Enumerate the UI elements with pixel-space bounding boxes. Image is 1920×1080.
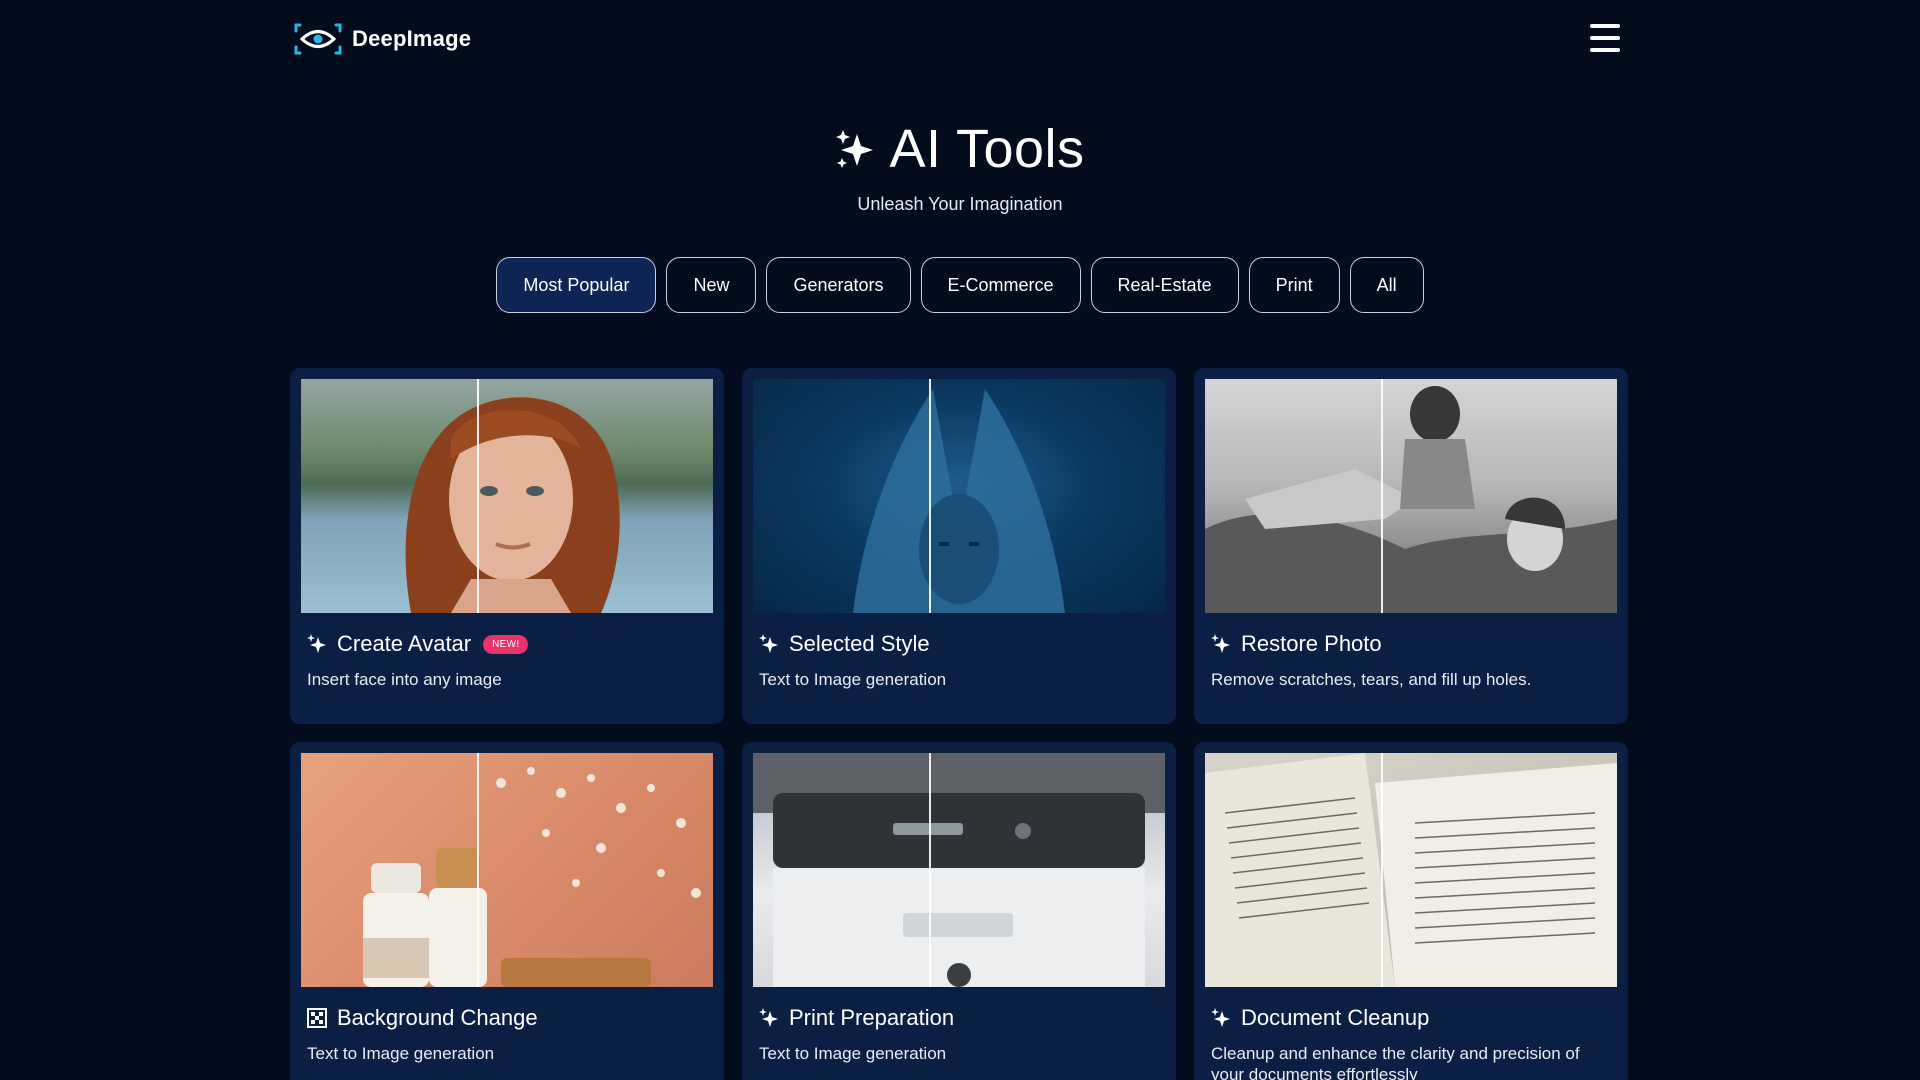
card-description: Insert face into any image: [307, 670, 502, 689]
tool-card-create-avatar[interactable]: Create Avatar NEW! Insert face into any …: [290, 368, 724, 724]
filter-real-estate[interactable]: Real-Estate: [1090, 257, 1239, 313]
filter-generators[interactable]: Generators: [766, 257, 911, 313]
card-description: Remove scratches, tears, and fill up hol…: [1211, 670, 1532, 689]
card-description: Text to Image generation: [759, 670, 947, 689]
compare-divider[interactable]: [477, 753, 479, 987]
card-header: Selected Style: [759, 631, 1165, 657]
sparkles-icon: [307, 634, 326, 653]
hamburger-menu-icon[interactable]: [1590, 24, 1620, 52]
sparkles-icon: [1211, 1008, 1230, 1027]
document-preview-image: [1205, 753, 1617, 987]
new-badge: NEW!: [483, 634, 529, 654]
deepimage-logo-icon: [294, 23, 342, 55]
card-header: Create Avatar NEW!: [307, 631, 713, 657]
card-title: Document Cleanup: [1241, 1005, 1430, 1030]
brand-name: DeepImage: [352, 26, 472, 51]
card-description: Cleanup and enhance the clarity and prec…: [1211, 1044, 1580, 1080]
card-title: Create Avatar: [337, 631, 472, 656]
tool-card-document-cleanup[interactable]: Document Cleanup Cleanup and enhance the…: [1194, 742, 1628, 1080]
printer-preview-image: [753, 753, 1165, 987]
logo[interactable]: DeepImage: [294, 20, 471, 58]
page-title-text: AI Tools: [889, 119, 1085, 179]
tool-thumbnail: [301, 379, 713, 613]
card-title: Print Preparation: [789, 1005, 955, 1030]
tool-thumbnail: [753, 753, 1165, 987]
sparkles-icon: [836, 130, 874, 168]
card-title: Background Change: [337, 1005, 538, 1030]
card-description: Text to Image generation: [759, 1044, 947, 1063]
card-header: Print Preparation: [759, 1005, 1165, 1031]
compare-divider[interactable]: [1381, 753, 1383, 987]
tool-card-restore-photo[interactable]: Restore Photo Remove scratches, tears, a…: [1194, 368, 1628, 724]
category-filters: Most Popular New Generators E-Commerce R…: [0, 257, 1920, 313]
sparkles-icon: [759, 1008, 778, 1027]
card-title: Restore Photo: [1241, 631, 1382, 656]
compare-divider[interactable]: [1381, 379, 1383, 613]
menu-line: [1590, 36, 1620, 40]
menu-line: [1590, 24, 1620, 28]
filter-print[interactable]: Print: [1248, 257, 1340, 313]
avatar-preview-image: [405, 397, 620, 613]
card-header: Restore Photo: [1211, 631, 1617, 657]
tool-thumbnail: [301, 753, 713, 987]
sparkles-icon: [1211, 634, 1230, 653]
tool-thumbnail: [1205, 753, 1617, 987]
tools-grid: Create Avatar NEW! Insert face into any …: [290, 368, 1628, 1080]
checkerboard-icon: [307, 1008, 327, 1028]
tool-thumbnail: [1205, 379, 1617, 613]
card-header: Document Cleanup: [1211, 1005, 1617, 1031]
filter-new[interactable]: New: [666, 257, 757, 313]
background-preview-image: [363, 767, 701, 987]
filter-e-commerce[interactable]: E-Commerce: [920, 257, 1081, 313]
tool-card-selected-style[interactable]: Selected Style Text to Image generation: [742, 368, 1176, 724]
compare-divider[interactable]: [477, 379, 479, 613]
card-description: Text to Image generation: [307, 1044, 495, 1063]
page-subtitle: Unleash Your Imagination: [857, 194, 1063, 214]
filter-most-popular[interactable]: Most Popular: [496, 257, 657, 313]
top-bar: DeepImage: [0, 0, 1920, 78]
filter-all[interactable]: All: [1349, 257, 1424, 313]
card-header: Background Change: [307, 1005, 713, 1031]
compare-divider[interactable]: [929, 379, 931, 613]
restore-preview-image: [1205, 386, 1617, 613]
style-preview-image: [853, 389, 1065, 613]
tool-thumbnail: [753, 379, 1165, 613]
sparkles-icon: [759, 634, 778, 653]
tool-card-background-change[interactable]: Background Change Text to Image generati…: [290, 742, 724, 1080]
compare-divider[interactable]: [929, 753, 931, 987]
card-title: Selected Style: [789, 631, 930, 656]
hero: AI Tools Unleash Your Imagination: [0, 118, 1920, 215]
tool-card-print-preparation[interactable]: Print Preparation Text to Image generati…: [742, 742, 1176, 1080]
page-title: AI Tools: [835, 118, 1084, 180]
menu-line: [1590, 48, 1620, 52]
